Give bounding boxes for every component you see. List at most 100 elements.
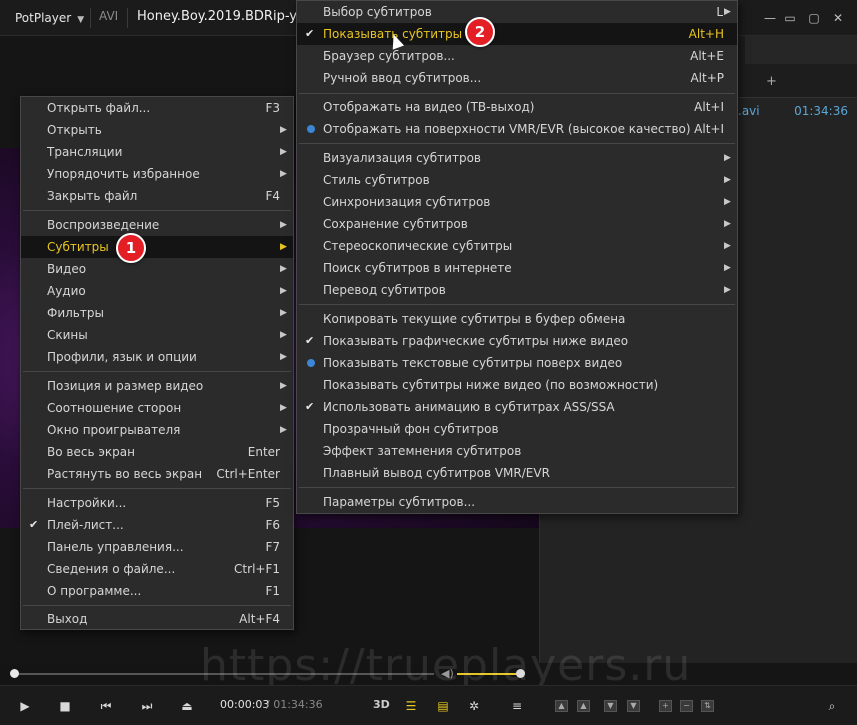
menu-item[interactable]: Аудио ▶ <box>21 280 293 302</box>
menu-item-label: Прозрачный фон субтитров <box>323 422 499 436</box>
menu-item-shortcut: F7 <box>265 540 280 554</box>
menu-item[interactable]: Эффект затемнения субтитров <box>297 440 737 462</box>
menu-item[interactable]: Панель управления... F7 <box>21 536 293 558</box>
menu-item[interactable]: Открыть файл... F3 <box>21 97 293 119</box>
time-total: / 01:34:36 <box>266 698 323 711</box>
search-icon[interactable]: ⌕ <box>823 697 841 715</box>
chevron-right-icon: ▶ <box>724 175 731 185</box>
menu-item[interactable]: Сведения о файле... Ctrl+F1 <box>21 558 293 580</box>
radio-dot-icon <box>307 125 315 133</box>
menu-item[interactable]: Прозрачный фон субтитров <box>297 418 737 440</box>
move-down-icon[interactable]: ▼ <box>604 700 617 712</box>
menu-item-label: Синхронизация субтитров <box>323 195 491 209</box>
chevron-right-icon: ▶ <box>724 219 731 229</box>
chevron-down-icon: ▼ <box>77 15 85 25</box>
menu-item-label: Копировать текущие субтитры в буфер обме… <box>323 312 626 326</box>
remove-item-icon[interactable]: − <box>680 700 693 712</box>
menu-item-shortcut: Alt+I <box>694 122 724 136</box>
menu-item[interactable]: Параметры субтитров... <box>297 491 737 513</box>
playlist-tab-active[interactable] <box>745 36 857 64</box>
menu-item-label: Растянуть во весь экран <box>47 467 203 481</box>
app-logo-menu[interactable]: PotPlayer ▼ <box>5 6 94 30</box>
menu-item[interactable]: Синхронизация субтитров ▶ <box>297 191 737 213</box>
move-up-icon[interactable]: ▲ <box>577 700 590 712</box>
menu-item[interactable]: Показывать субтитры ниже видео (по возмо… <box>297 374 737 396</box>
menu-item[interactable]: Выбор субтитров L ▶ <box>297 1 737 23</box>
close-button[interactable]: ✕ <box>830 10 846 26</box>
add-item-icon[interactable]: + <box>659 700 672 712</box>
watermark: https://trueplayers.ru <box>200 640 692 691</box>
menu-item[interactable]: Браузер субтитров... Alt+E <box>297 45 737 67</box>
menu-item-shortcut: L <box>716 5 723 19</box>
menu-item[interactable]: ✔ Показывать субтитры Alt+H <box>297 23 737 45</box>
move-bottom-icon[interactable]: ▼ <box>627 700 640 712</box>
menu-item-label: Упорядочить избранное <box>47 167 200 181</box>
menu-item[interactable]: Выход Alt+F4 <box>21 608 293 630</box>
menu-item[interactable]: Фильтры ▶ <box>21 302 293 324</box>
add-tab-button[interactable]: + <box>766 74 777 89</box>
checkmark-icon: ✔ <box>305 27 315 40</box>
menu-item[interactable]: Профили, язык и опции ▶ <box>21 346 293 368</box>
menu-item-label: Показывать графические субтитры ниже вид… <box>323 334 629 348</box>
menu-item[interactable]: Плавный вывод субтитров VMR/EVR <box>297 462 737 484</box>
menu-item[interactable]: ✔ Использовать анимацию в субтитрах ASS/S… <box>297 396 737 418</box>
3d-button[interactable]: 3D <box>373 698 390 711</box>
stop-icon[interactable]: ■ <box>56 697 74 715</box>
chevron-right-icon: ▶ <box>280 169 287 179</box>
move-top-icon[interactable]: ▲ <box>555 700 568 712</box>
menu-item[interactable]: Видео ▶ <box>21 258 293 280</box>
chevron-right-icon: ▶ <box>280 381 287 391</box>
previous-icon[interactable]: ⏮ <box>97 697 115 715</box>
menu-item-label: Скины <box>47 328 88 342</box>
menu-item-label: Использовать анимацию в субтитрах ASS/SS… <box>323 400 615 414</box>
menu-item[interactable]: Закрыть файл F4 <box>21 185 293 207</box>
menu-item[interactable]: Стереоскопические субтитры ▶ <box>297 235 737 257</box>
menu-item-label: Сохранение субтитров <box>323 217 468 231</box>
restore-button[interactable]: ▭ <box>782 10 798 26</box>
chevron-right-icon: ▶ <box>280 352 287 362</box>
menu-item[interactable]: О программе... F1 <box>21 580 293 602</box>
menu-item-label: Сведения о файле... <box>47 562 176 576</box>
menu-item[interactable]: Субтитры ▶ <box>21 236 293 258</box>
menu-item[interactable]: Отображать на поверхности VMR/EVR (высок… <box>297 118 737 140</box>
menu-item[interactable]: Открыть ▶ <box>21 119 293 141</box>
menu-item[interactable]: Трансляции ▶ <box>21 141 293 163</box>
menu-item[interactable]: Копировать текущие субтитры в буфер обме… <box>297 308 737 330</box>
maximize-button[interactable]: ▢ <box>806 10 822 26</box>
menu-item-label: Профили, язык и опции <box>47 350 197 364</box>
menu-item[interactable]: Показывать текстовые субтитры поверх вид… <box>297 352 737 374</box>
seek-handle[interactable] <box>10 669 19 678</box>
menu-item[interactable]: Растянуть во весь экран Ctrl+Enter <box>21 463 293 485</box>
next-icon[interactable]: ⏭ <box>138 697 156 715</box>
menu-item[interactable]: Упорядочить избранное ▶ <box>21 163 293 185</box>
menu-item[interactable]: Ручной ввод субтитров... Alt+P <box>297 67 737 89</box>
menu-item[interactable]: Скины ▶ <box>21 324 293 346</box>
menu-item[interactable]: Стиль субтитров ▶ <box>297 169 737 191</box>
menu-item[interactable]: Поиск субтитров в интернете ▶ <box>297 257 737 279</box>
menu-item[interactable]: Визуализация субтитров ▶ <box>297 147 737 169</box>
menu-item[interactable]: Перевод субтитров ▶ <box>297 279 737 301</box>
playlist-search-icon[interactable]: ☰ <box>402 697 420 715</box>
menu-item-shortcut: F6 <box>265 518 280 532</box>
menu-item[interactable]: ✔ Плей-лист... F6 <box>21 514 293 536</box>
menu-item[interactable]: Отображать на видео (ТВ-выход) Alt+I <box>297 96 737 118</box>
menu-item[interactable]: Воспроизведение ▶ <box>21 214 293 236</box>
sort-icon[interactable]: ⇅ <box>701 700 714 712</box>
menu-separator <box>299 304 735 305</box>
menu-item[interactable]: Настройки... F5 <box>21 492 293 514</box>
menu-item[interactable]: ✔ Показывать графические субтитры ниже ви… <box>297 330 737 352</box>
chevron-right-icon: ▶ <box>280 242 287 252</box>
play-icon[interactable]: ▶ <box>16 697 34 715</box>
file-format: AVI <box>99 9 119 23</box>
menu-item[interactable]: Соотношение сторон ▶ <box>21 397 293 419</box>
gear-icon[interactable]: ✲ <box>465 697 483 715</box>
subtitle-icon[interactable]: ▤ <box>434 697 452 715</box>
menu-icon[interactable]: ≡ <box>508 697 526 715</box>
menu-item[interactable]: Позиция и размер видео ▶ <box>21 375 293 397</box>
menu-item-label: Стереоскопические субтитры <box>323 239 513 253</box>
menu-item[interactable]: Во весь экран Enter <box>21 441 293 463</box>
menu-item[interactable]: Окно проигрывателя ▶ <box>21 419 293 441</box>
minimize-button[interactable]: — <box>762 10 778 26</box>
menu-item[interactable]: Сохранение субтитров ▶ <box>297 213 737 235</box>
eject-icon[interactable]: ⏏ <box>178 697 196 715</box>
